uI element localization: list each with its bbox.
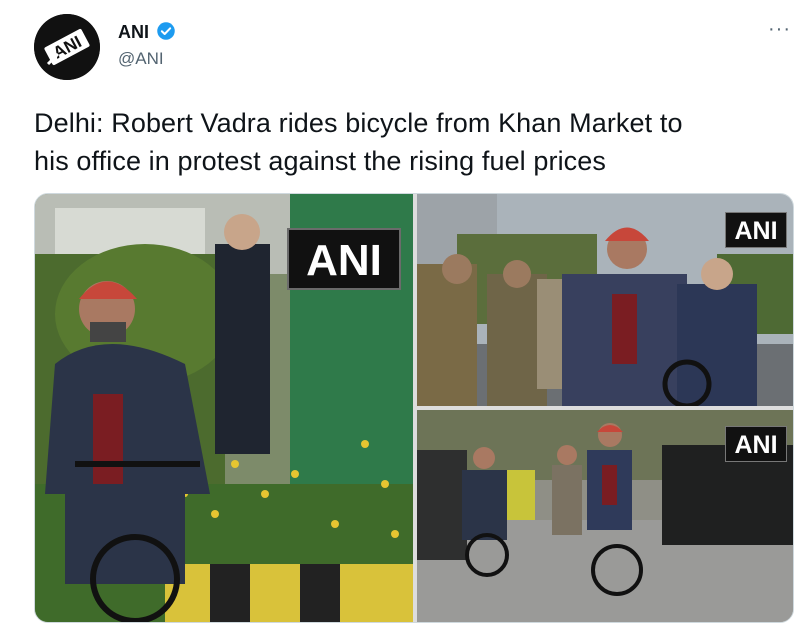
photo-1[interactable]: ANI [35, 194, 413, 622]
ani-logo-icon: ANI [34, 14, 100, 80]
tweet-text-line: his office in protest against the rising… [34, 146, 607, 176]
tweet-card: ANI ANI @ANI ··· Delhi: Robert Vadra rid… [0, 0, 800, 643]
author-handle[interactable]: @ANI [118, 49, 164, 69]
photo-3[interactable]: ANI [417, 410, 793, 622]
avatar[interactable]: ANI [34, 14, 100, 80]
ani-watermark: ANI [725, 212, 787, 248]
photo-2[interactable]: ANI [417, 194, 793, 406]
media-grid: ANI ANI ANI [34, 193, 794, 623]
tweet-text: Delhi: Robert Vadra rides bicycle from K… [34, 104, 774, 180]
verified-badge-icon [157, 22, 175, 40]
more-options-icon[interactable]: ··· [768, 18, 791, 41]
tweet-text-line: Delhi: Robert Vadra rides bicycle from K… [34, 108, 683, 138]
author-name[interactable]: ANI [118, 22, 149, 43]
ani-watermark: ANI [287, 228, 401, 290]
ani-watermark: ANI [725, 426, 787, 462]
